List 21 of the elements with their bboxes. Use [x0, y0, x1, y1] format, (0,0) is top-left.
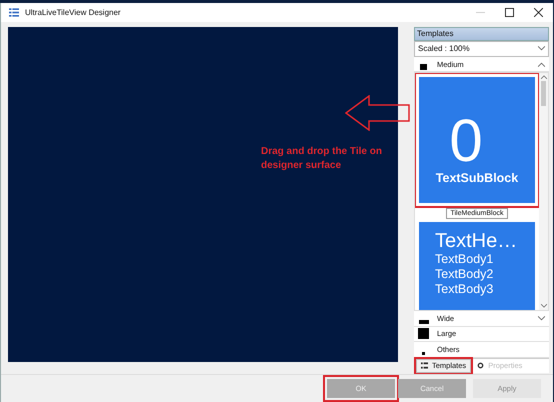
close-icon[interactable] [534, 8, 543, 17]
annotation-text: Drag and drop the Tile on designer surface [261, 145, 383, 173]
chevron-up-icon [538, 62, 545, 67]
app-icon [9, 8, 19, 17]
tile-size-icon [420, 64, 427, 70]
tile-size-icon [418, 320, 428, 324]
chevron-up-icon[interactable] [540, 75, 546, 80]
arrow-annotation [345, 95, 411, 131]
tile-template[interactable]: TextHe… TextBody1 TextBody2 TextBody3 [419, 222, 535, 310]
maximize-icon[interactable] [505, 8, 514, 17]
grid-icon [421, 362, 428, 370]
tile-size-icon [422, 352, 425, 355]
panel-title: Templates [417, 29, 454, 38]
window-title: UltraLiveTileView Designer [25, 8, 121, 17]
chevron-down-icon [538, 316, 545, 322]
scrollbar-thumb[interactable] [541, 81, 546, 106]
chevron-down-icon[interactable] [540, 304, 546, 308]
tile-size-icon [418, 328, 429, 340]
chevron-down-icon [538, 46, 545, 52]
scale-dropdown[interactable]: Scaled : 100% [414, 40, 549, 57]
tile-template[interactable]: 0 TextSubBlock [419, 77, 535, 204]
